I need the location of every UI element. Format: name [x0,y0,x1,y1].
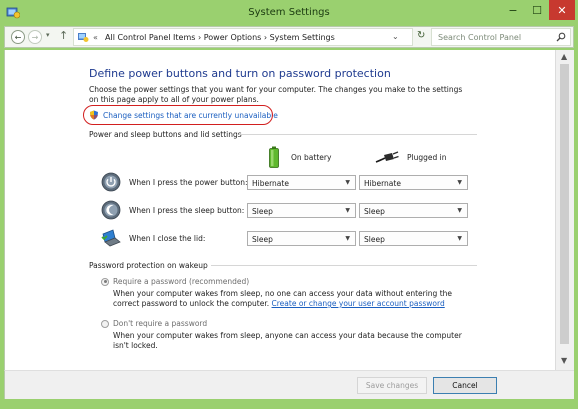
footer-bar: Save changes Cancel [4,370,574,399]
chevron-down-icon: ▼ [457,235,462,242]
page-description: Choose the power settings that you want … [89,85,463,104]
scroll-up-icon[interactable]: ▲ [561,52,567,61]
chevron-down-icon: ▼ [457,179,462,186]
sleep-button-plugged-select[interactable]: Sleep ▼ [359,203,468,218]
chevron-down-icon: ▼ [457,207,462,214]
select-value: Sleep [252,235,273,244]
lid-close-plugged-select[interactable]: Sleep ▼ [359,231,468,246]
address-dropdown-icon[interactable]: ⌄ [392,32,399,41]
chevron-down-icon: ▼ [345,179,350,186]
sleep-button-icon [101,200,121,220]
create-password-link[interactable]: Create or change your user account passw… [272,299,445,308]
forward-arrow-icon[interactable]: → [28,30,42,44]
chevron-down-icon: ▼ [345,235,350,242]
main-content: Define power buttons and turn on passwor… [4,50,555,370]
require-password-radio[interactable] [101,277,109,286]
no-password-label: Don't require a password [113,319,208,328]
refresh-icon[interactable]: ↻ [417,30,425,41]
recent-locations-chevron-icon[interactable]: ▾ [46,31,50,39]
breadcrumb[interactable]: « All Control Panel Items › Power Option… [73,28,413,46]
laptop-lid-icon [101,229,121,247]
page-title: Define power buttons and turn on passwor… [89,67,391,80]
no-password-description: When your computer wakes from sleep, any… [113,331,462,350]
require-password-option[interactable]: Require a password (recommended) [101,276,249,287]
power-section-title: Power and sleep buttons and lid settings [89,130,242,139]
sleep-button-battery-select[interactable]: Sleep ▼ [247,203,356,218]
cancel-button[interactable]: Cancel [433,377,497,394]
minimize-button[interactable]: − [501,0,525,20]
maximize-button[interactable]: ☐ [525,0,549,20]
select-value: Hibernate [364,179,401,188]
plugged-in-header: Plugged in [375,146,446,168]
window-bottom-border [0,399,578,409]
require-password-description: When your computer wakes from sleep, no … [113,289,465,309]
power-plug-icon [375,151,399,163]
require-password-label: Require a password (recommended) [113,277,250,286]
power-button-battery-select[interactable]: Hibernate ▼ [247,175,356,190]
scroll-thumb[interactable] [560,64,569,344]
title-bar: System Settings − ☐ ✕ [0,0,578,26]
section-divider [211,265,477,266]
back-arrow-icon[interactable]: ← [11,30,25,44]
up-arrow-icon[interactable]: ↑ [59,29,68,42]
no-password-option[interactable]: Don't require a password [101,318,207,329]
select-value: Hibernate [252,179,289,188]
close-button[interactable]: ✕ [549,0,575,20]
lid-close-label: When I close the lid: [129,234,206,243]
chevron-down-icon: ▼ [345,207,350,214]
power-button-plugged-select[interactable]: Hibernate ▼ [359,175,468,190]
vertical-scrollbar[interactable]: ▲ ▼ [555,50,574,370]
power-button-label: When I press the power button: [129,178,248,187]
select-value: Sleep [364,235,385,244]
select-value: Sleep [364,207,385,216]
highlight-annotation [83,105,273,125]
section-divider [239,134,477,135]
password-section-title: Password protection on wakeup [89,261,208,270]
window: System Settings − ☐ ✕ ← → ▾ ↑ « All Cont… [0,0,578,409]
lid-close-battery-select[interactable]: Sleep ▼ [247,231,356,246]
select-value: Sleep [252,207,273,216]
window-title: System Settings [248,7,330,18]
search-placeholder: Search Control Panel [438,33,522,42]
battery-icon [269,146,279,168]
no-password-radio[interactable] [101,319,109,328]
address-bar: ← → ▾ ↑ « All Control Panel Items › Powe… [4,26,574,48]
breadcrumb-overflow[interactable]: « [93,33,98,42]
on-battery-label: On battery [291,152,332,162]
breadcrumb-path[interactable]: All Control Panel Items › Power Options … [105,33,335,42]
control-panel-breadcrumb-icon [78,33,89,42]
save-changes-button[interactable]: Save changes [357,377,427,394]
scroll-down-icon[interactable]: ▼ [561,356,567,365]
plugged-in-label: Plugged in [407,152,447,162]
power-button-icon [101,172,121,192]
search-input[interactable]: Search Control Panel [431,28,571,46]
search-icon[interactable] [556,32,566,42]
on-battery-header: On battery [269,146,331,168]
sleep-button-label: When I press the sleep button: [129,206,245,215]
